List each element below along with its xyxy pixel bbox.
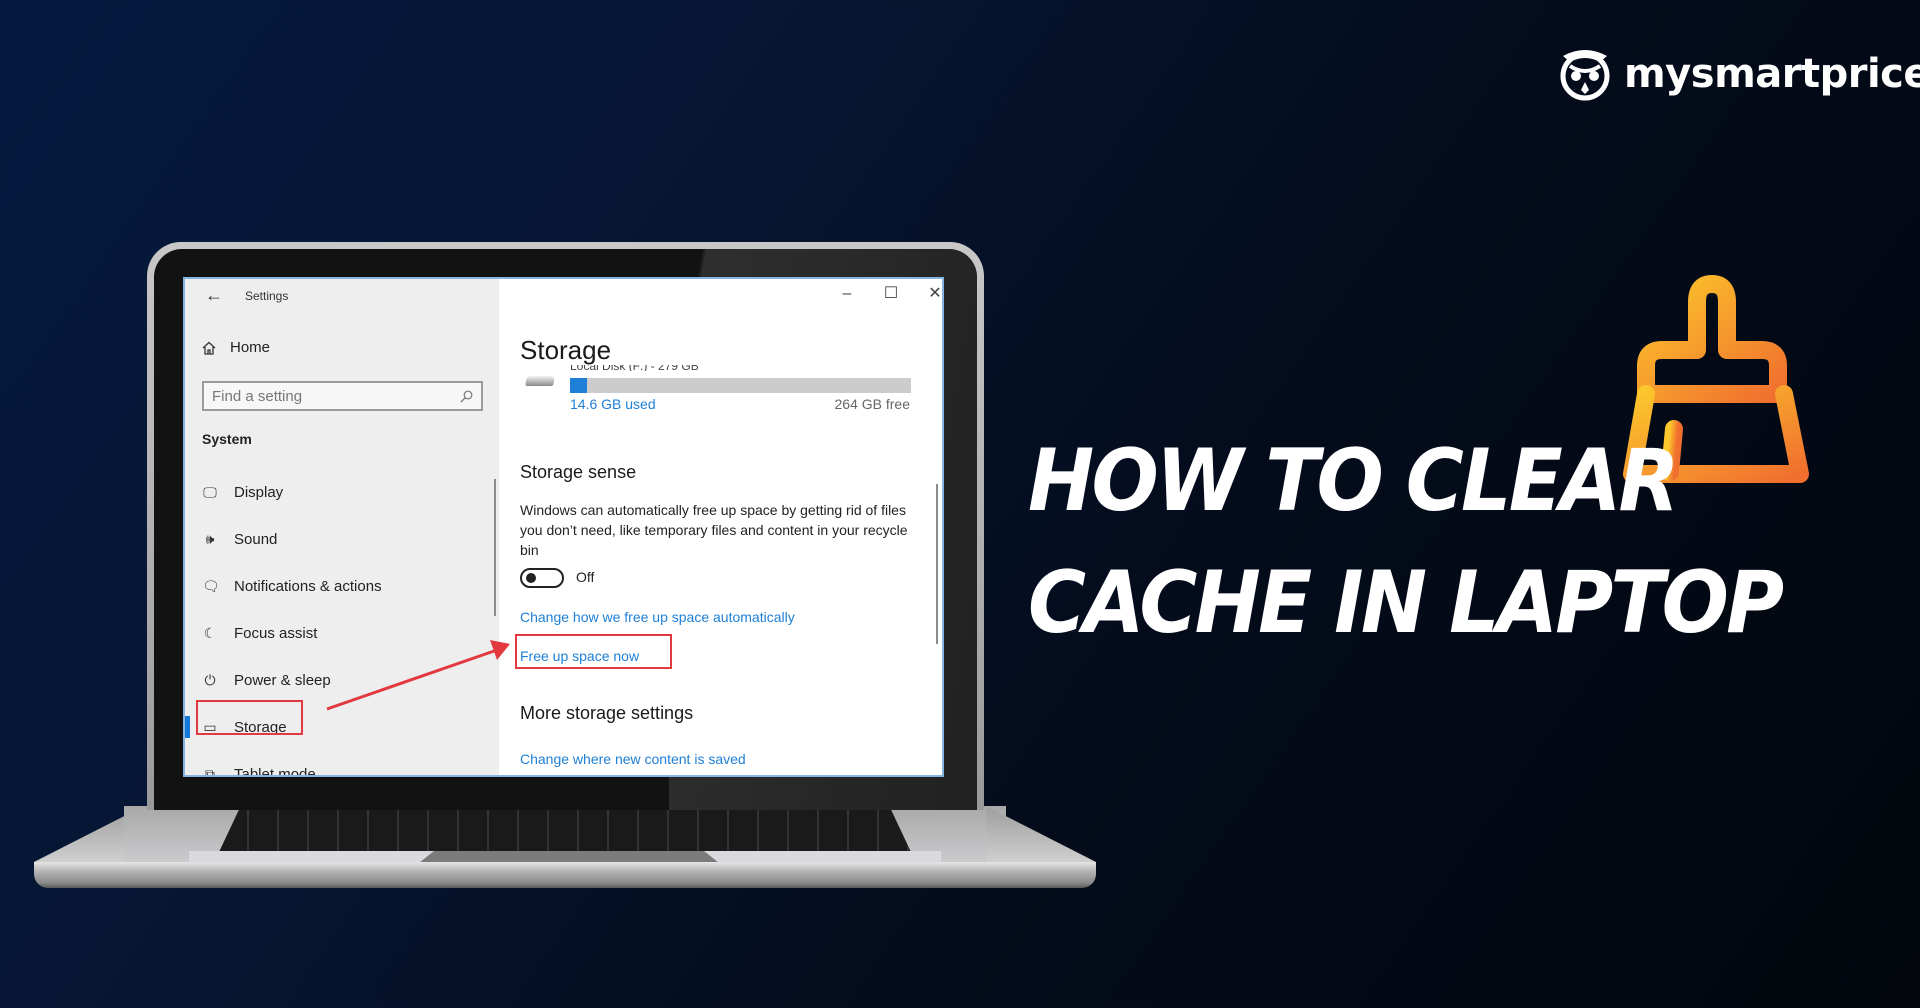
sidebar-item-notifications[interactable]: 🗨 Notifications & actions	[185, 563, 499, 610]
focus-assist-icon: ☾	[203, 625, 217, 641]
sidebar-item-display[interactable]: 🖵 Display	[185, 469, 499, 516]
storage-sense-toggle[interactable]	[520, 568, 564, 588]
power-icon: ⏻	[204, 672, 216, 688]
sidebar-item-focus-assist[interactable]: ☾ Focus assist	[185, 610, 499, 657]
settings-sidebar: ← Settings Home Find a setting System 🖵 …	[185, 279, 499, 775]
search-icon	[460, 390, 473, 402]
storage-sense-description: Windows can automatically free up space …	[520, 502, 908, 558]
nav-label: Sound	[234, 531, 278, 548]
base-front-edge	[34, 862, 1096, 888]
back-arrow-icon[interactable]: ←	[205, 285, 223, 306]
headline: HOW TO CLEAR CACHE IN LAPTOP	[1028, 420, 1784, 664]
display-icon: 🖵	[203, 484, 217, 500]
sidebar-item-tablet-mode[interactable]: ⧉ Tablet mode	[185, 751, 499, 777]
search-placeholder: Find a setting	[212, 387, 303, 405]
change-content-location-link[interactable]: Change where new content is saved	[520, 751, 746, 767]
change-free-up-link[interactable]: Change how we free up space automaticall…	[520, 609, 795, 625]
sidebar-scrollbar[interactable]	[494, 479, 496, 616]
nav-label: Tablet mode	[234, 766, 316, 777]
minimize-button[interactable]: –	[832, 283, 862, 305]
nav-label: Power & sleep	[234, 672, 331, 689]
toggle-knob	[526, 573, 536, 583]
more-storage-settings-title: More storage settings	[520, 703, 694, 723]
laptop-base	[34, 806, 1096, 888]
home-icon	[202, 341, 216, 355]
base-side-right	[986, 806, 1096, 862]
notifications-icon: 🗨	[202, 578, 220, 594]
toggle-state-label: Off	[576, 569, 595, 585]
storage-content: – ☐ ✕ Storage Local Disk (F:) - 279 GB 1…	[499, 279, 942, 775]
close-button[interactable]: ✕	[920, 283, 942, 305]
disk-used-text[interactable]: 14.6 GB used	[570, 396, 656, 412]
window-title: Settings	[245, 289, 289, 303]
disk-usage-bar[interactable]	[570, 378, 911, 393]
content-scrollbar[interactable]	[936, 484, 938, 644]
keyboard	[219, 808, 911, 852]
disk-usage-fill	[570, 378, 588, 393]
sidebar-item-sound[interactable]: 🕪 Sound	[185, 516, 499, 563]
nav-label: Notifications & actions	[234, 578, 382, 595]
drive-icon	[525, 376, 555, 386]
settings-window: ← Settings Home Find a setting System 🖵 …	[183, 277, 944, 777]
nav-label: Focus assist	[234, 625, 318, 642]
sidebar-item-home[interactable]: Home	[202, 339, 270, 356]
section-system: System	[202, 431, 252, 447]
brand-name: mysmartprice	[1624, 51, 1920, 97]
disk-free-text: 264 GB free	[834, 396, 911, 412]
storage-sense-title: Storage sense	[520, 462, 637, 482]
headline-line-2: CACHE IN LAPTOP	[1028, 553, 1784, 653]
sound-icon: 🕪	[205, 531, 215, 547]
tablet-mode-icon: ⧉	[205, 766, 215, 777]
headline-line-1: HOW TO CLEAR	[1028, 431, 1679, 531]
brand-logo: mysmartprice	[1556, 46, 1920, 102]
disk-label: Local Disk (F:) - 279 GB	[570, 365, 699, 371]
storage-highlight-box	[196, 700, 303, 735]
free-up-highlight-box	[515, 634, 672, 669]
find-setting-input[interactable]: Find a setting	[202, 381, 483, 411]
owl-icon	[1560, 50, 1610, 101]
page-title: Storage	[520, 335, 612, 365]
nav-label: Display	[234, 484, 284, 501]
home-label: Home	[230, 339, 271, 356]
maximize-button[interactable]: ☐	[876, 283, 906, 305]
sidebar-item-power-sleep[interactable]: ⏻ Power & sleep	[185, 657, 499, 704]
